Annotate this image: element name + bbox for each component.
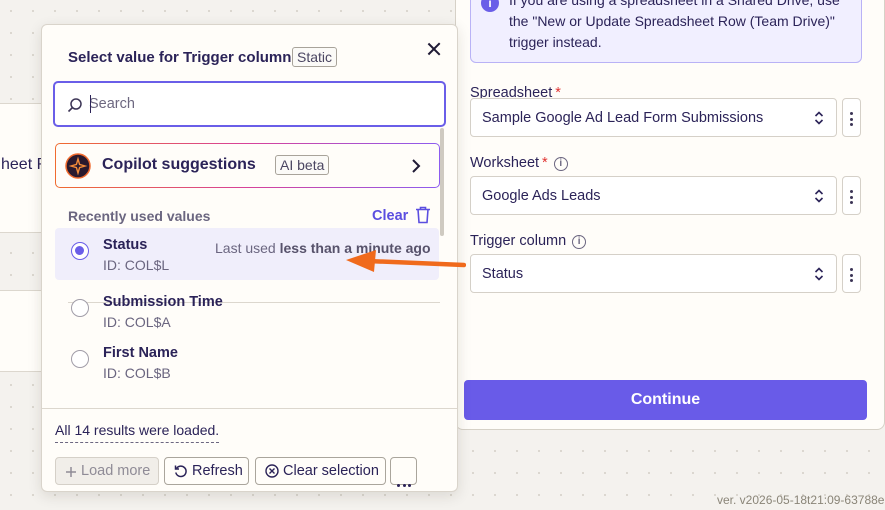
more-vertical-icon	[850, 190, 853, 207]
search-input[interactable]	[89, 90, 429, 118]
option-id: ID: COL$A	[103, 314, 171, 330]
option-id: ID: COL$L	[103, 257, 170, 273]
divider	[42, 408, 457, 409]
required-asterisk: *	[542, 155, 548, 171]
spreadsheet-options-button[interactable]	[842, 98, 861, 137]
chevron-up-down-icon	[814, 111, 824, 125]
option-id: ID: COL$B	[103, 365, 171, 381]
scrollbar[interactable]	[440, 128, 444, 236]
spreadsheet-select[interactable]: Sample Google Ad Lead Form Submissions	[470, 98, 837, 137]
copilot-title: Copilot suggestions	[102, 156, 256, 173]
trigger-column-value: Status	[482, 266, 524, 282]
option-name: Status	[103, 237, 148, 253]
close-icon[interactable]	[425, 40, 443, 58]
option-name: First Name	[103, 345, 178, 361]
recently-used-label: Recently used values	[68, 208, 211, 224]
worksheet-select[interactable]: Google Ads Leads	[470, 176, 837, 215]
refresh-button[interactable]: Refresh	[164, 457, 249, 485]
option-row-first-name[interactable]: First Name ID: COL$B	[55, 336, 439, 388]
search-box[interactable]	[53, 81, 446, 127]
plus-icon	[65, 461, 77, 487]
trigger-column-options-button[interactable]	[842, 254, 861, 293]
clear-recent-link[interactable]: Clear	[372, 208, 408, 224]
modal-title: Select value for Trigger column	[68, 49, 292, 66]
annotation-arrow-icon	[346, 250, 466, 272]
radio-selected[interactable]	[71, 242, 89, 260]
search-icon	[67, 98, 82, 113]
static-tag: Static	[292, 47, 338, 67]
continue-button[interactable]: Continue	[464, 380, 867, 420]
circle-x-icon	[265, 461, 279, 487]
version-label: ver. v2026-05-18t21:09-63788e9	[717, 493, 885, 507]
option-name: Submission Time	[103, 294, 223, 310]
info-icon: i	[481, 0, 499, 12]
chevron-up-down-icon	[814, 267, 824, 281]
ai-beta-tag: AI beta	[275, 155, 330, 175]
more-vertical-icon	[850, 268, 853, 285]
worksheet-options-button[interactable]	[842, 176, 861, 215]
help-icon[interactable]: i	[572, 235, 587, 249]
worksheet-label: Worksheet * i	[470, 155, 568, 171]
more-horizontal-icon	[397, 470, 414, 491]
trigger-column-select[interactable]: Status	[470, 254, 837, 293]
trash-icon[interactable]	[415, 206, 431, 224]
copilot-logo-icon	[65, 153, 91, 179]
load-more-button[interactable]: Load more	[55, 457, 159, 485]
help-icon[interactable]: i	[553, 157, 568, 171]
radio-unselected[interactable]	[71, 299, 89, 317]
copilot-suggestions-row[interactable]: Copilot suggestions AI beta	[55, 143, 440, 188]
radio-unselected[interactable]	[71, 350, 89, 368]
more-options-button[interactable]	[390, 457, 417, 487]
chevron-right-icon	[412, 159, 421, 173]
clear-selection-button[interactable]: Clear selection	[255, 457, 386, 485]
shared-drive-info-box: i If you are using a spreadsheet in a Sh…	[470, 0, 862, 63]
step-config-panel: i If you are using a spreadsheet in a Sh…	[455, 0, 885, 430]
results-loaded-text: All 14 results were loaded.	[55, 422, 220, 443]
info-text: If you are using a spreadsheet in a Shar…	[509, 0, 840, 50]
worksheet-value: Google Ads Leads	[482, 188, 601, 204]
chevron-up-down-icon	[814, 189, 824, 203]
option-row-submission-time[interactable]: Submission Time ID: COL$A	[55, 285, 439, 337]
text-caret	[90, 95, 91, 113]
refresh-icon	[174, 461, 188, 487]
more-vertical-icon	[850, 112, 853, 129]
spreadsheet-value: Sample Google Ad Lead Form Submissions	[482, 110, 764, 126]
trigger-column-label: Trigger column i	[470, 233, 587, 249]
